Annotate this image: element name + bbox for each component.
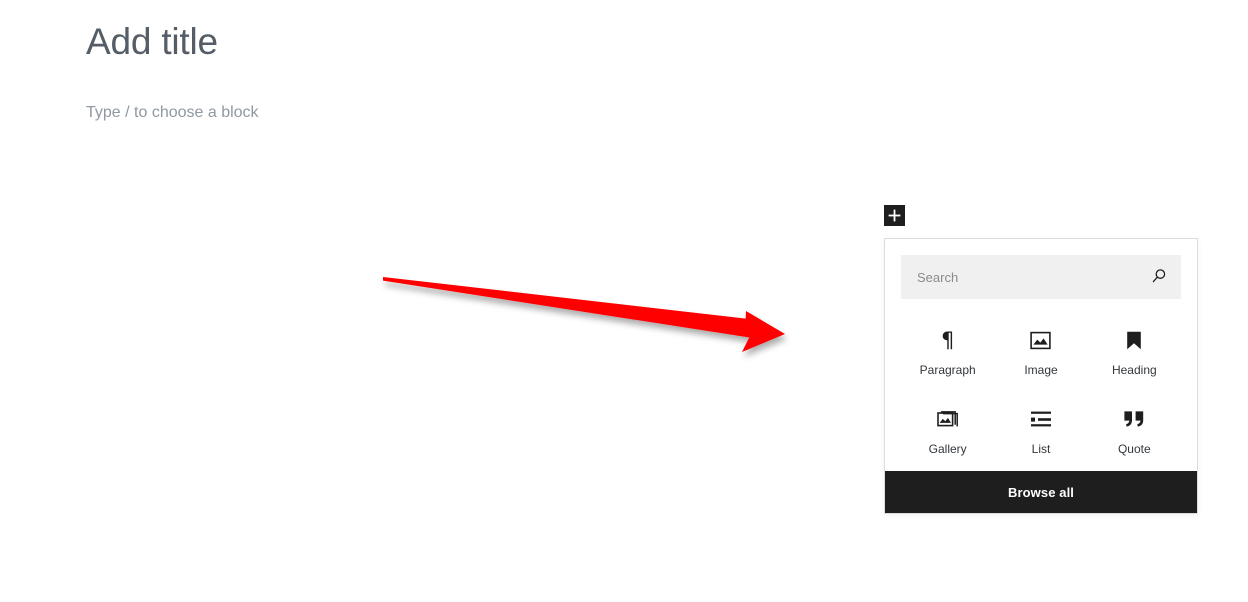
search-icon-button[interactable] <box>1147 265 1171 289</box>
block-item-heading[interactable]: Heading <box>1088 321 1181 382</box>
list-bullet-icon <box>1030 406 1052 432</box>
plus-icon <box>888 209 901 222</box>
block-item-paragraph[interactable]: ¶ Paragraph <box>901 321 994 382</box>
block-item-label: Paragraph <box>919 363 976 377</box>
block-item-label: List <box>1031 442 1051 456</box>
paragraph-pilcrow-icon: ¶ <box>940 327 955 352</box>
block-item-quote[interactable]: Quote <box>1088 400 1181 461</box>
empty-block-placeholder[interactable]: Type / to choose a block <box>86 101 259 125</box>
editor-canvas: Add title Type / to choose a block Searc… <box>0 0 1248 602</box>
quote-marks-icon <box>1123 406 1145 432</box>
block-search-input[interactable] <box>901 255 1181 299</box>
block-item-list[interactable]: List <box>994 400 1087 461</box>
block-inserter-popover: ¶ Paragraph Image <box>884 238 1198 514</box>
gallery-stacked-images-icon <box>936 406 959 432</box>
block-item-image[interactable]: Image <box>994 321 1087 382</box>
heading-bookmark-icon <box>1125 327 1143 353</box>
block-inserter-toggle-button[interactable] <box>884 205 905 226</box>
post-title-placeholder[interactable]: Add title <box>86 18 218 66</box>
browse-all-blocks-button[interactable]: Browse all <box>885 471 1197 513</box>
annotation-arrow <box>383 277 785 352</box>
block-item-label: Gallery <box>928 442 967 456</box>
block-item-gallery[interactable]: Gallery <box>901 400 994 461</box>
block-type-grid: ¶ Paragraph Image Heading Gallery List Q… <box>901 321 1181 461</box>
image-icon <box>1030 327 1052 353</box>
block-item-label: Image <box>1024 363 1058 377</box>
block-item-label: Quote <box>1117 442 1151 456</box>
block-search-row <box>901 255 1181 299</box>
search-icon <box>1151 268 1167 287</box>
block-item-label: Heading <box>1111 363 1157 377</box>
inserter-body: ¶ Paragraph Image <box>885 239 1197 471</box>
